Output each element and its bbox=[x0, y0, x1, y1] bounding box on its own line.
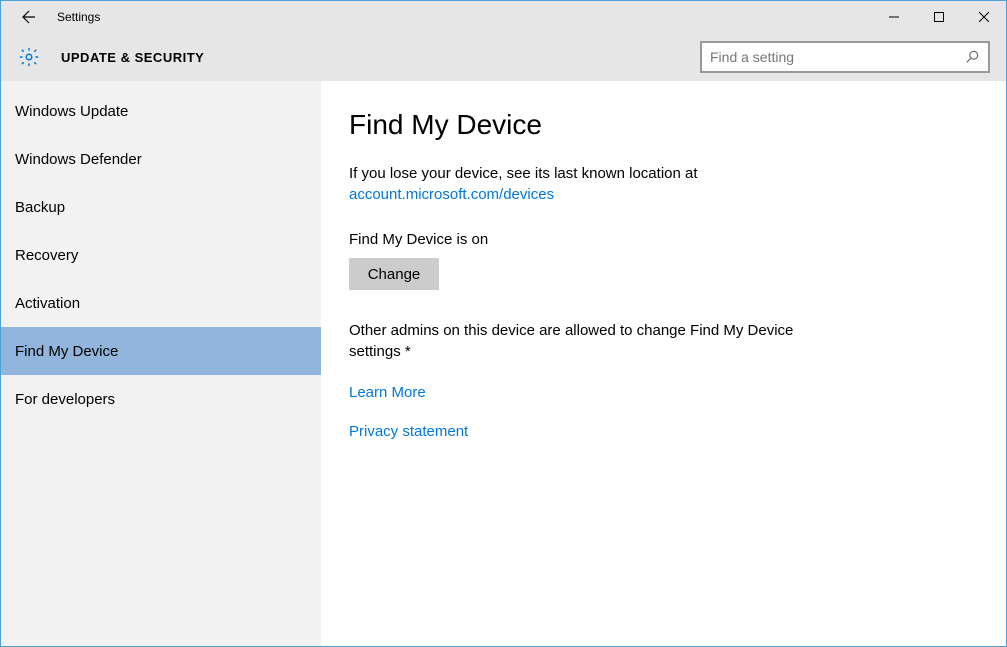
sidebar: Windows Update Windows Defender Backup Reco… bbox=[1, 81, 321, 646]
account-devices-link[interactable]: account.microsoft.com/devices bbox=[349, 186, 554, 203]
description: If you lose your device, see its last kn… bbox=[349, 163, 966, 205]
maximize-button[interactable] bbox=[916, 1, 961, 33]
status-text: Find My Device is on bbox=[349, 231, 966, 248]
sidebar-item-label: Find My Device bbox=[15, 343, 118, 360]
change-button[interactable]: Change bbox=[349, 258, 439, 290]
sidebar-item-label: Backup bbox=[15, 199, 65, 216]
sidebar-item-label: Windows Update bbox=[15, 103, 128, 120]
search-icon bbox=[964, 49, 980, 65]
sidebar-item-activation[interactable]: Activation bbox=[1, 279, 321, 327]
content-pane: Find My Device If you lose your device, … bbox=[321, 81, 1006, 646]
close-icon bbox=[979, 12, 989, 22]
settings-gear-icon bbox=[17, 45, 41, 69]
back-button[interactable] bbox=[9, 1, 49, 33]
search-input[interactable] bbox=[710, 49, 964, 65]
sidebar-item-label: Windows Defender bbox=[15, 151, 142, 168]
search-box[interactable] bbox=[700, 41, 990, 73]
header-title: UPDATE & SECURITY bbox=[61, 50, 204, 65]
description-text: If you lose your device, see its last kn… bbox=[349, 165, 698, 182]
window-controls bbox=[871, 1, 1006, 33]
admin-note: Other admins on this device are allowed … bbox=[349, 320, 849, 362]
sidebar-item-find-my-device[interactable]: Find My Device bbox=[1, 327, 321, 375]
back-arrow-icon bbox=[21, 9, 37, 25]
sidebar-item-for-developers[interactable]: For developers bbox=[1, 375, 321, 423]
header-bar: UPDATE & SECURITY bbox=[1, 33, 1006, 81]
minimize-icon bbox=[889, 12, 899, 22]
sidebar-item-label: For developers bbox=[15, 391, 115, 408]
title-bar: Settings bbox=[1, 1, 1006, 33]
change-button-label: Change bbox=[368, 266, 421, 283]
sidebar-item-backup[interactable]: Backup bbox=[1, 183, 321, 231]
window-title: Settings bbox=[57, 10, 100, 24]
close-button[interactable] bbox=[961, 1, 1006, 33]
sidebar-item-windows-update[interactable]: Windows Update bbox=[1, 87, 321, 135]
page-title: Find My Device bbox=[349, 109, 966, 141]
sidebar-item-label: Recovery bbox=[15, 247, 78, 264]
sidebar-item-windows-defender[interactable]: Windows Defender bbox=[1, 135, 321, 183]
maximize-icon bbox=[934, 12, 944, 22]
minimize-button[interactable] bbox=[871, 1, 916, 33]
sidebar-item-label: Activation bbox=[15, 295, 80, 312]
learn-more-link[interactable]: Learn More bbox=[349, 384, 966, 401]
privacy-statement-link[interactable]: Privacy statement bbox=[349, 423, 966, 440]
sidebar-item-recovery[interactable]: Recovery bbox=[1, 231, 321, 279]
